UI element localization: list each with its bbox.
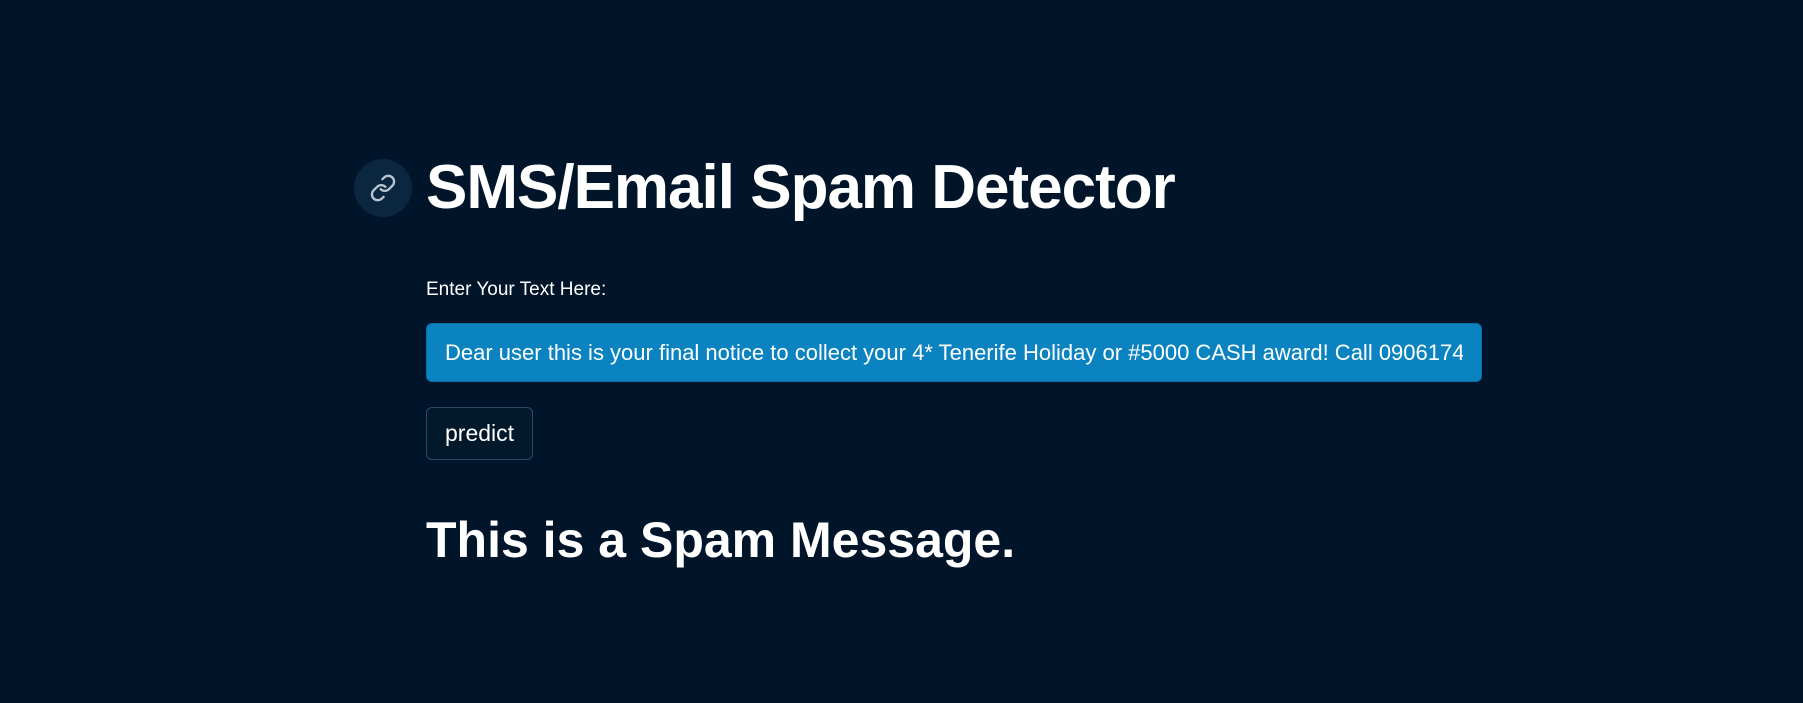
prediction-result: This is a Spam Message. (426, 512, 1016, 568)
title-row: SMS/Email Spam Detector (354, 152, 1176, 224)
link-icon[interactable] (354, 159, 412, 217)
predict-button[interactable]: predict (426, 407, 534, 460)
text-input-label: Enter Your Text Here: (426, 279, 607, 300)
message-input[interactable] (426, 323, 1482, 382)
page-title: SMS/Email Spam Detector (426, 153, 1176, 222)
app-page: SMS/Email Spam Detector Enter Your Text … (0, 0, 1803, 703)
